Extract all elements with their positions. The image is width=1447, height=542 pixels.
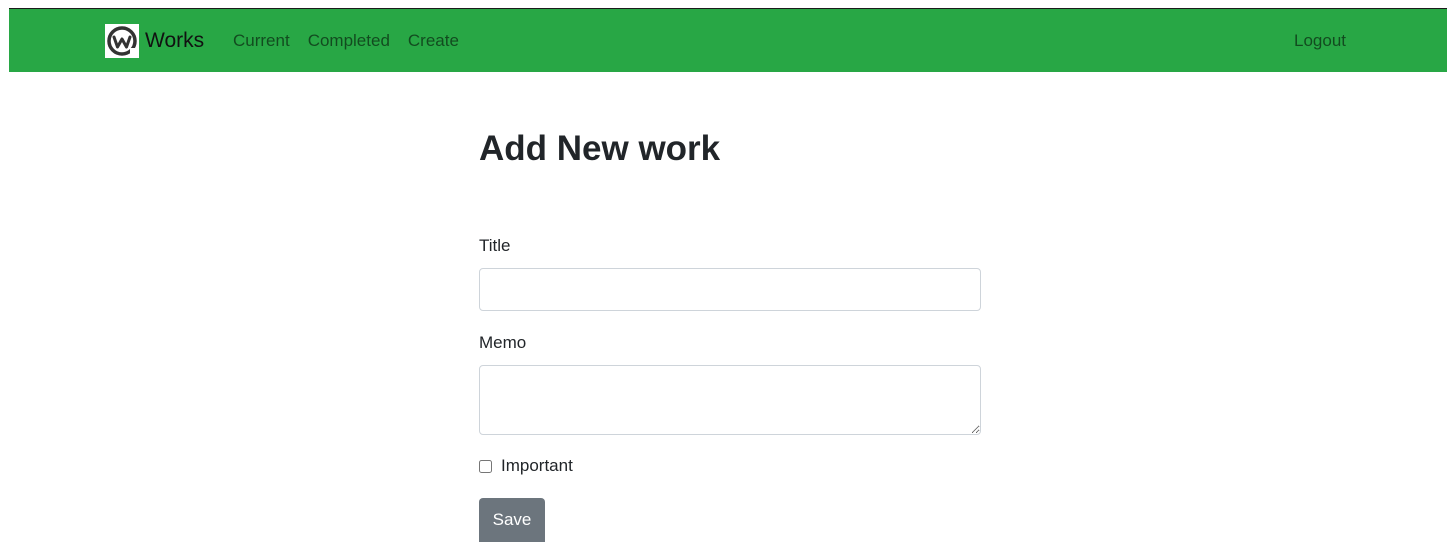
important-label[interactable]: Important: [501, 456, 573, 476]
nav-links: Current Completed Create: [233, 31, 477, 51]
memo-textarea[interactable]: [479, 365, 981, 435]
brand-text: Works: [145, 29, 205, 52]
nav-link-completed[interactable]: Completed: [308, 31, 390, 51]
save-button[interactable]: Save: [479, 498, 545, 542]
title-label: Title: [479, 236, 511, 255]
top-navbar: Works Current Completed Create Logout: [9, 8, 1447, 72]
title-input[interactable]: [479, 268, 981, 311]
main-content: Add New work Title Memo Important Save: [479, 126, 981, 542]
nav-link-current[interactable]: Current: [233, 31, 290, 51]
nav-link-create[interactable]: Create: [408, 31, 459, 51]
important-checkbox[interactable]: [479, 459, 492, 473]
logout-link[interactable]: Logout: [1294, 31, 1346, 51]
brand-link[interactable]: Works: [105, 24, 204, 58]
workplace-logo-icon: [105, 24, 139, 58]
memo-label: Memo: [479, 333, 527, 352]
page-title: Add New work: [479, 129, 721, 168]
important-checkbox-row: Important: [479, 456, 573, 476]
